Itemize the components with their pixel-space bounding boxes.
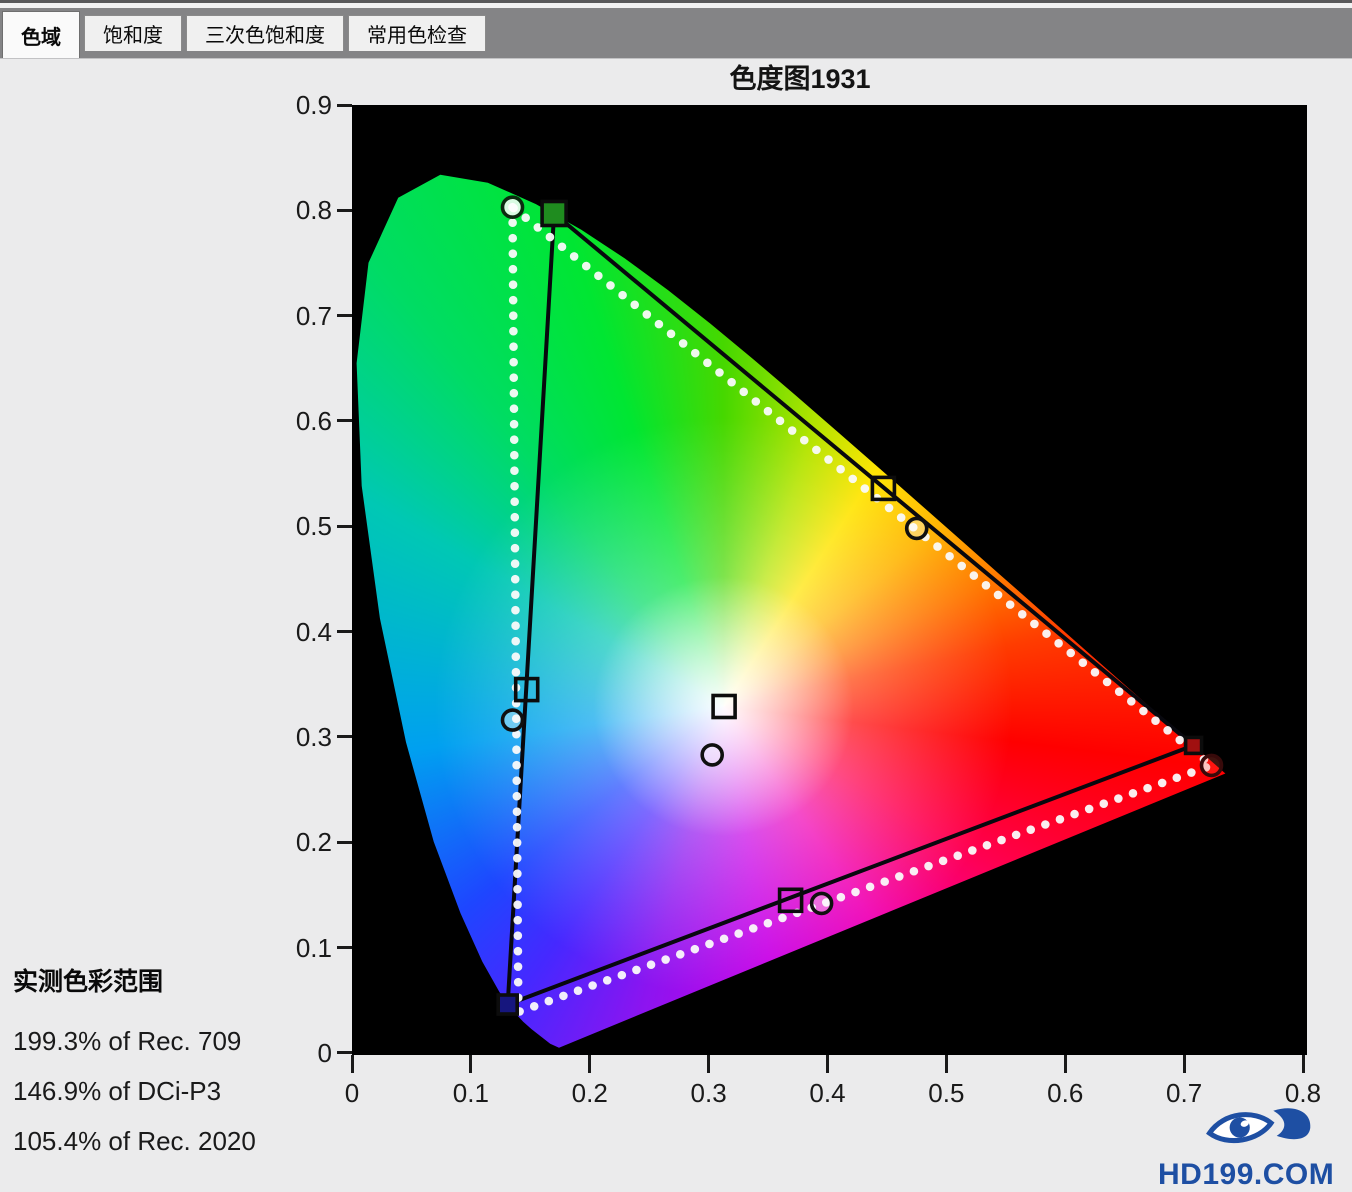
chromaticity-plot	[352, 105, 1307, 1055]
y-tick-label-0.2: 0.2	[268, 827, 332, 857]
x-tick-label-0.4: 0.4	[798, 1078, 858, 1108]
hd199-logo-eye-icon	[1202, 1104, 1320, 1160]
x-tick-label-0: 0	[322, 1078, 382, 1108]
coverage-line-0: 199.3% of Rec. 709	[13, 1016, 256, 1066]
coverage-line-2: 105.4% of Rec. 2020	[13, 1116, 256, 1166]
y-tick-label-0.1: 0.1	[268, 933, 332, 963]
x-tick-label-0.6: 0.6	[1035, 1078, 1095, 1108]
y-tick-0.6	[337, 419, 352, 422]
circle-marker-green	[503, 197, 523, 217]
circle-marker-magenta	[812, 893, 832, 913]
y-tick-label-0.7: 0.7	[268, 301, 332, 331]
coverage-line-1: 146.9% of DCi-P3	[13, 1066, 256, 1116]
x-tick-label-0.5: 0.5	[916, 1078, 976, 1108]
x-tick-0	[351, 1055, 354, 1073]
square-marker-green	[542, 202, 566, 226]
y-tick-label-0.8: 0.8	[268, 195, 332, 225]
tab-bar: 色域饱和度三次色饱和度常用色检查	[2, 0, 486, 58]
y-tick-label-0.4: 0.4	[268, 617, 332, 647]
x-tick-0.8	[1302, 1055, 1305, 1073]
circle-marker-yellow	[907, 518, 927, 538]
square-marker-blue	[498, 995, 517, 1014]
square-marker-white	[713, 696, 735, 718]
circle-marker-red	[1202, 755, 1222, 775]
y-tick-label-0.3: 0.3	[268, 722, 332, 752]
x-tick-0.7	[1183, 1055, 1186, 1073]
y-tick-label-0.5: 0.5	[268, 511, 332, 541]
y-tick-0.1	[337, 946, 352, 949]
y-tick-0.8	[337, 209, 352, 212]
reference-gamut-triangle	[508, 214, 1194, 1005]
tab-2[interactable]: 三次色饱和度	[186, 15, 344, 51]
y-tick-label-0: 0	[268, 1038, 332, 1068]
square-marker-red	[1186, 737, 1202, 753]
tab-1[interactable]: 饱和度	[84, 15, 182, 51]
watermark-text: HD199.COM	[1158, 1158, 1352, 1192]
y-tick-0.2	[337, 841, 352, 844]
y-tick-0.7	[337, 314, 352, 317]
tab-3[interactable]: 常用色检查	[348, 15, 486, 51]
chart-title: 色度图1931	[300, 60, 1300, 100]
y-tick-0.5	[337, 525, 352, 528]
measured-gamut-outline	[513, 207, 1212, 1012]
circle-marker-white	[702, 745, 722, 765]
hd199-logo: HD199.COM	[1158, 1104, 1352, 1192]
summary-lines: 199.3% of Rec. 709146.9% of DCi-P3105.4%…	[13, 1016, 256, 1166]
y-tick-0.4	[337, 630, 352, 633]
x-tick-0.6	[1064, 1055, 1067, 1073]
summary-heading: 实测色彩范围	[13, 962, 256, 998]
y-tick-0.9	[337, 104, 352, 107]
y-tick-label-0.6: 0.6	[268, 406, 332, 436]
tab-0[interactable]: 色域	[2, 11, 80, 58]
x-tick-label-0.2: 0.2	[560, 1078, 620, 1108]
x-tick-label-0.1: 0.1	[441, 1078, 501, 1108]
x-tick-0.1	[469, 1055, 472, 1073]
x-tick-0.2	[588, 1055, 591, 1073]
x-tick-label-0.3: 0.3	[679, 1078, 739, 1108]
gamut-overlay	[352, 105, 1307, 1055]
y-tick-0.3	[337, 735, 352, 738]
x-tick-0.3	[707, 1055, 710, 1073]
circle-marker-cyan	[503, 710, 523, 730]
y-tick-label-0.9: 0.9	[268, 90, 332, 120]
measured-range-summary: 实测色彩范围 199.3% of Rec. 709146.9% of DCi-P…	[13, 962, 256, 1166]
x-tick-0.5	[945, 1055, 948, 1073]
x-tick-0.4	[826, 1055, 829, 1073]
